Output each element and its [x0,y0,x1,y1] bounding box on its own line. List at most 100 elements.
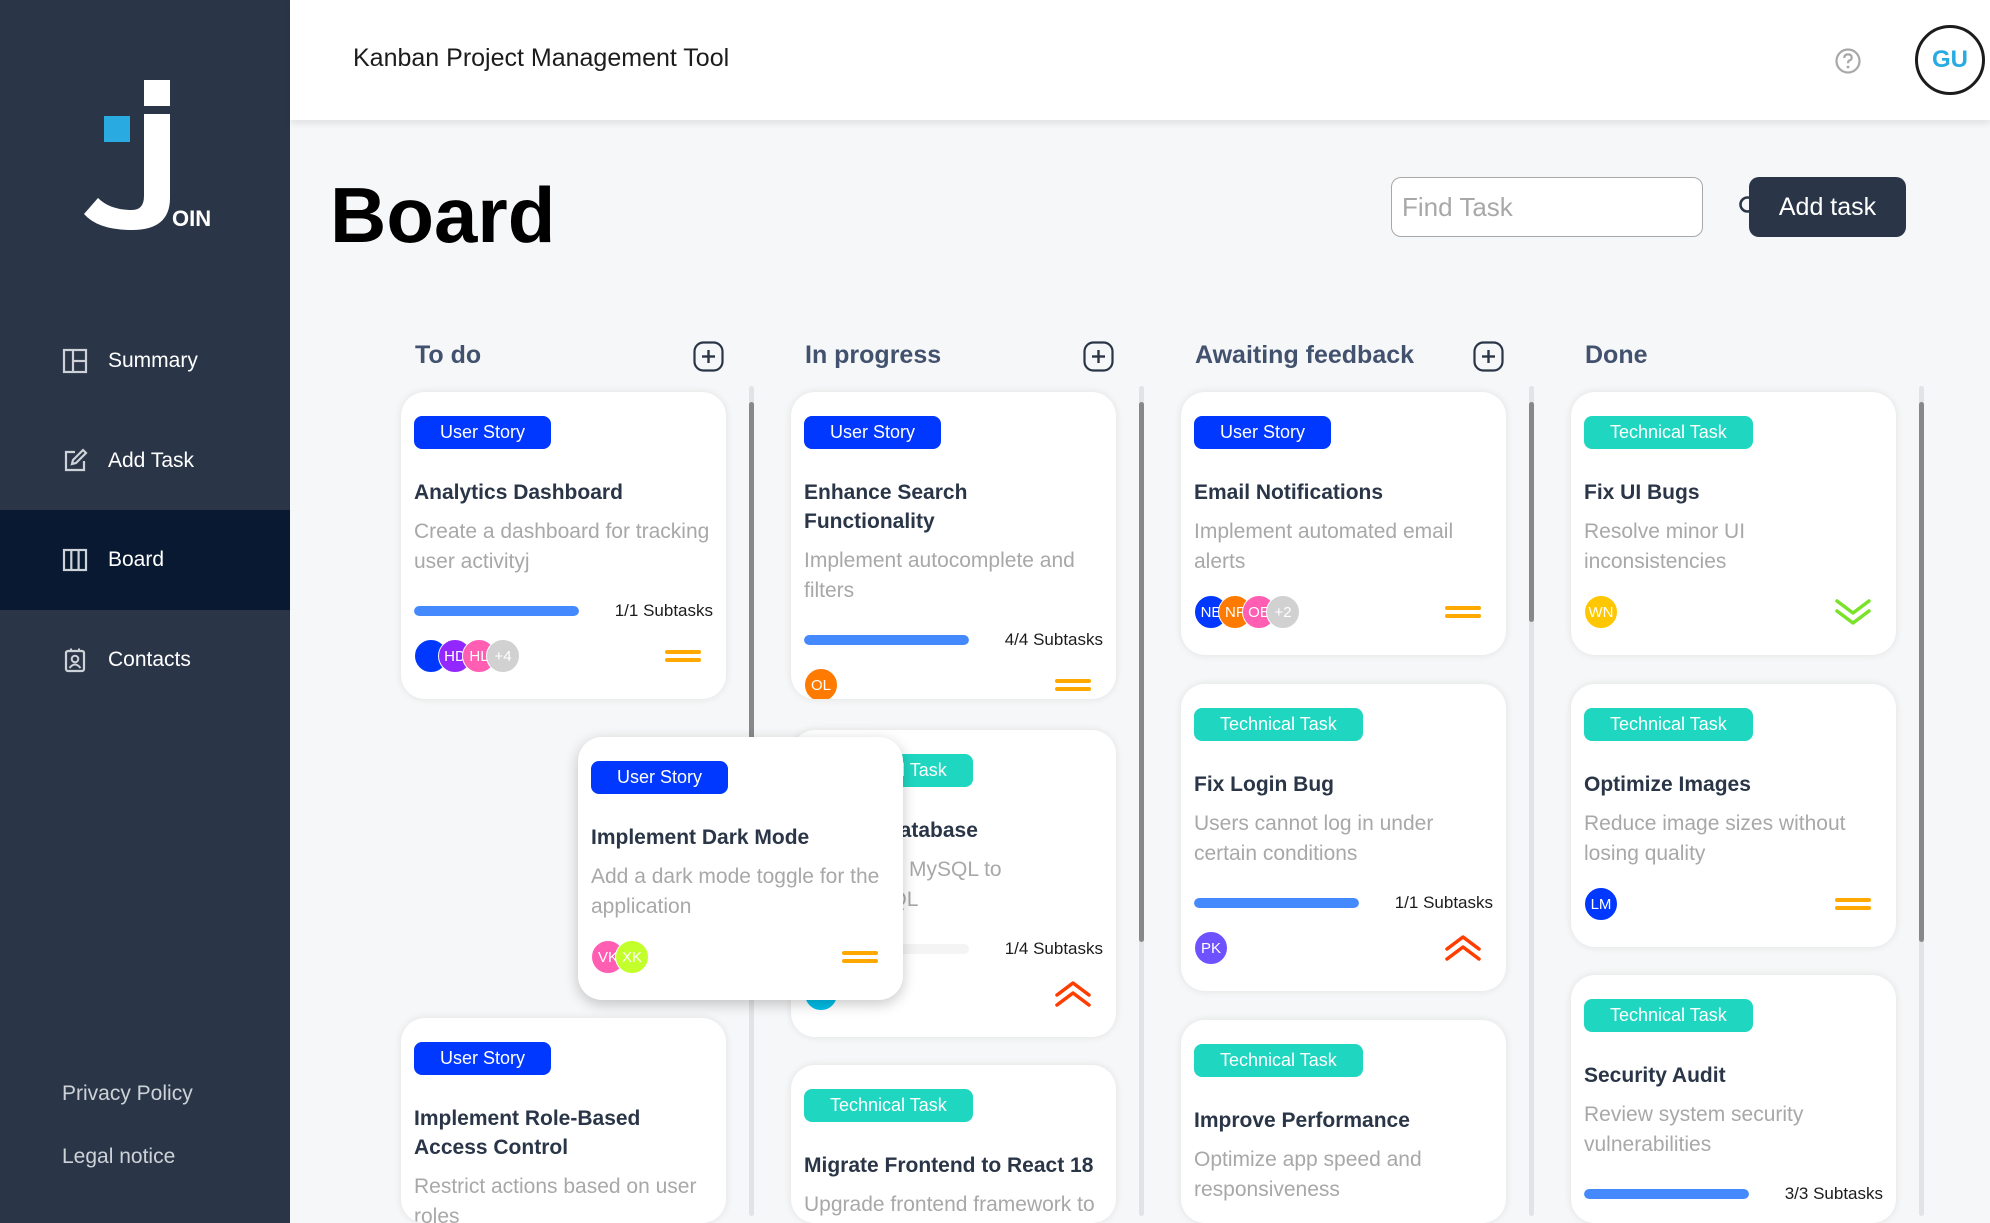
add-to-todo-icon[interactable] [693,341,724,372]
category-badge: User Story [804,416,942,449]
join-logo[interactable]: OIN [80,78,220,238]
card-description: Upgrade frontend framework to [804,1193,1095,1216]
column-title-awaiting-feedback: Awaiting feedback [1195,341,1415,369]
subtask-count: 1/4 Subtasks [1004,939,1103,958]
privacy-policy-link[interactable]: Privacy Policy [62,1082,193,1106]
category-badge: Technical Task [1194,1044,1363,1077]
nav-board[interactable]: Board [0,510,290,610]
help-icon[interactable] [1834,47,1862,75]
card-description: Users cannot log in under certain condit… [1194,812,1434,865]
task-card[interactable]: User Story Implement Role-Based Access Co… [401,1018,726,1223]
card-title: Improve Performance [1194,1109,1410,1132]
board-icon [62,548,88,572]
card-title: Fix Login Bug [1194,773,1334,796]
priority-medium-icon [1833,890,1873,918]
search-input[interactable] [1392,178,1737,236]
card-title: Fix UI Bugs [1584,481,1700,504]
edit-icon [64,448,88,472]
category-badge: Technical Task [1584,999,1753,1032]
more-assignees-badge: +4 [486,639,520,673]
subtask-progress: 3/3 Subtasks [1584,1184,1883,1204]
add-task-button[interactable]: Add task [1749,177,1906,237]
category-badge: User Story [414,1042,552,1075]
card-footer: PK [1194,929,1493,967]
category-badge: User Story [1194,416,1332,449]
task-card[interactable]: Technical Task Fix UI Bugs Resolve minor U… [1571,392,1896,655]
card-footer: NE NF OE +2 [1194,593,1493,631]
column-title-todo: To do [415,341,482,369]
add-to-awaiting-feedback-icon[interactable] [1473,341,1504,372]
assignee-list: OL [804,668,838,699]
task-card[interactable]: User Story Enhance Search Functionality Im… [791,392,1116,699]
card-title: Implement Dark Mode [591,826,810,849]
card-description: Implement automated email alerts [1194,520,1454,573]
add-to-in-progress-icon[interactable] [1083,341,1114,372]
subtask-progress: 1/1 Subtasks [414,601,713,621]
card-description: Resolve minor UI inconsistencies [1584,520,1746,573]
legal-notice-link[interactable]: Legal notice [62,1145,175,1169]
dragged-task-card[interactable]: User Story Implement Dark Mode Add a dark … [578,737,903,1000]
subtask-progress: 1/1 Subtasks [1194,893,1493,913]
nav-board-label: Board [108,548,165,571]
nav-contacts-label: Contacts [108,648,191,671]
category-badge: Technical Task [804,1089,973,1122]
done-scrollbar[interactable] [1919,386,1924,1216]
task-card[interactable]: Technical Task Improve Performance Optimiz… [1181,1020,1506,1223]
card-footer: VK XK [591,938,890,976]
priority-medium-icon [1443,598,1483,626]
task-card[interactable]: Technical Task Security Audit Review syste… [1571,975,1896,1223]
avatar: PK [1194,931,1228,965]
card-footer: LM [1584,885,1883,923]
svg-text:OIN: OIN [172,206,211,231]
priority-medium-icon [1053,671,1093,699]
card-footer: HD HL +4 [414,637,713,675]
card-title: Security Audit [1584,1064,1726,1087]
task-card[interactable]: User Story Analytics Dashboard Create a da… [401,392,726,699]
sidebar: OIN Summary Add Task Board Contacts Priv… [0,0,290,1223]
nav-contacts[interactable]: Contacts [0,610,290,710]
task-card[interactable]: User Story Email Notifications Implement a… [1181,392,1506,655]
category-badge: Technical Task [1584,708,1753,741]
card-description: Optimize app speed and responsiveness [1194,1148,1422,1201]
avatar: WN [1584,595,1618,629]
priority-medium-icon [663,642,703,670]
contacts-icon [64,648,86,673]
task-card[interactable]: Technical Task Migrate Frontend to React … [791,1065,1116,1223]
avatar: OL [804,668,838,699]
card-title: Migrate Frontend to React 18 [804,1154,1094,1177]
progress-bar [1584,1189,1749,1199]
card-footer: WN [1584,593,1883,631]
card-description: Create a dashboard for tracking user act… [414,520,710,573]
user-avatar[interactable]: GU [1915,25,1985,95]
category-badge: Technical Task [1584,416,1753,449]
awaiting-feedback-scrollbar[interactable] [1529,386,1534,1216]
progress-bar [1194,898,1359,908]
task-card[interactable]: Technical Task Optimize Images Reduce imag… [1571,684,1896,947]
card-title: Enhance Search Functionality [804,481,968,533]
subtask-count: 1/1 Subtasks [614,601,713,620]
subtask-count: 4/4 Subtasks [1004,630,1103,649]
priority-medium-icon [840,943,880,971]
card-description: Review system security vulnerabilities [1584,1103,1804,1156]
category-badge: User Story [591,761,729,794]
card-description: Restrict actions based on user roles [414,1175,697,1223]
task-card[interactable]: Technical Task Fix Login Bug Users cannot … [1181,684,1506,991]
card-description: Implement autocomplete and filters [804,549,1075,602]
card-title: Optimize Images [1584,773,1751,796]
more-assignees-badge: +2 [1266,595,1300,629]
card-title: Implement Role-Based Access Control [414,1107,641,1159]
card-title: Analytics Dashboard [414,481,623,504]
summary-icon [62,348,88,374]
assignee-list: PK [1194,931,1228,965]
page-title: Board [330,171,556,259]
nav-add-task[interactable]: Add Task [0,411,290,511]
assignee-list: WN [1584,595,1618,629]
header: Kanban Project Management Tool GU [290,0,1990,120]
assignee-list: NE NF OE +2 [1194,595,1300,629]
card-footer: OL [804,666,1103,699]
nav-summary-label: Summary [108,349,198,372]
card-description: Add a dark mode toggle for the applicati… [591,865,880,918]
nav-summary[interactable]: Summary [0,311,290,411]
in-progress-scrollbar[interactable] [1139,386,1144,1216]
card-description: Reduce image sizes without losing qualit… [1584,812,1846,865]
